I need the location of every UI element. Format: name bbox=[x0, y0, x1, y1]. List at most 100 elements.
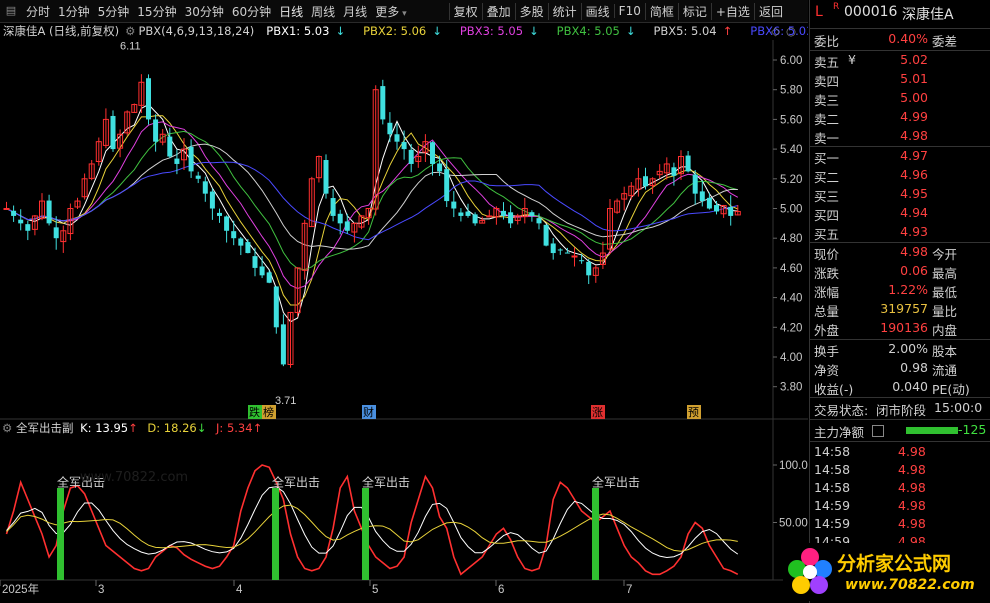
menu-icon[interactable]: ▤ bbox=[4, 4, 18, 18]
candle-body bbox=[501, 210, 506, 216]
close-icon[interactable]: ○ bbox=[786, 24, 796, 38]
weibi-row: 委比 0.40% 委差 bbox=[810, 31, 990, 50]
row-label: 换手 bbox=[814, 344, 840, 359]
low-label: 3.71 bbox=[275, 395, 296, 407]
pbx-line bbox=[6, 115, 738, 306]
candle-body bbox=[380, 86, 386, 120]
row-value: 4.94 bbox=[900, 205, 928, 220]
row-label: 买四 bbox=[814, 208, 840, 223]
row-label: 涨跌 bbox=[814, 266, 840, 281]
indicator-header: 深康佳A (日线,前复权) ⚙ PBX(4,6,9,13,18,24) PBX1… bbox=[0, 23, 808, 39]
k-arrow: ↑ bbox=[128, 421, 138, 435]
simple-frame-button[interactable]: 简框 bbox=[644, 2, 678, 20]
back-button[interactable]: 返回 bbox=[753, 2, 787, 20]
row-value: 190136 bbox=[880, 320, 928, 335]
net-flow-label: 主力净额 bbox=[814, 425, 865, 440]
event-marker: 预 bbox=[688, 406, 699, 419]
candle-body bbox=[458, 212, 464, 216]
candle-body bbox=[273, 286, 279, 328]
pbx-item-2: PBX2: 5.06 ↓ bbox=[363, 24, 448, 38]
pbx-lines bbox=[6, 103, 739, 323]
tab-60min[interactable]: 60分钟 bbox=[228, 3, 275, 20]
stat2-row: 净资 0.98 流通 bbox=[810, 360, 990, 379]
signal-bar bbox=[57, 488, 64, 580]
net-flow-icon[interactable] bbox=[872, 425, 884, 437]
signal-label: 全军出击 bbox=[272, 474, 320, 489]
stock-code: 000016 bbox=[844, 4, 898, 20]
candle-body bbox=[245, 242, 251, 254]
k-value: K: 13.95 bbox=[80, 421, 129, 435]
multi-stock-button[interactable]: 多股 bbox=[514, 2, 548, 20]
candle-body bbox=[167, 136, 173, 157]
kline-chart-area[interactable]: 6.00 5.80 5.60 5.40 5.20 5.00 4.80 4.60 4.40 4.20… bbox=[0, 40, 808, 603]
candle-body bbox=[543, 224, 549, 246]
tab-weekly[interactable]: 周线 bbox=[307, 3, 339, 20]
pbx-arrow: ↓ bbox=[529, 24, 539, 38]
tab-daily[interactable]: 日线 bbox=[275, 3, 307, 20]
draw-line-button[interactable]: 画线 bbox=[580, 2, 614, 20]
sub-chart-title[interactable]: 全军出击副 bbox=[16, 421, 74, 435]
signal-bar bbox=[272, 488, 279, 580]
x-label: 7 bbox=[626, 584, 632, 596]
row-right-label: 最高 bbox=[932, 266, 958, 281]
trade-time: 15:00:0 bbox=[934, 400, 983, 415]
gear-icon[interactable]: ⚙ bbox=[2, 421, 12, 435]
fuquan-button[interactable]: 复权 bbox=[448, 2, 482, 20]
x-label: 2025年 bbox=[2, 582, 39, 596]
pbx-arrow: ↓ bbox=[335, 24, 346, 38]
trade-status-value: 闭市阶段 bbox=[876, 403, 927, 418]
y-tick-label: 4.60 bbox=[780, 263, 802, 275]
add-favorite-button[interactable]: +自选 bbox=[710, 2, 754, 20]
row-value: 2.00% bbox=[888, 341, 928, 356]
candle-body bbox=[259, 266, 265, 276]
candle-body bbox=[671, 167, 677, 176]
trade-status-row: 交易状态: 闭市阶段 15:00:0 bbox=[810, 400, 990, 419]
f10-button[interactable]: F10 bbox=[613, 4, 645, 18]
tab-5min[interactable]: 5分钟 bbox=[94, 3, 134, 20]
statistics-button[interactable]: 统计 bbox=[547, 2, 581, 20]
candle-body bbox=[11, 210, 17, 216]
mark-button[interactable]: 标记 bbox=[677, 2, 711, 20]
row-value: 4.97 bbox=[900, 148, 928, 163]
tick-price: 4.98 bbox=[898, 498, 926, 513]
tab-more[interactable]: 更多 ▾ bbox=[371, 3, 410, 20]
site-logo: 分析家公式网 www.70822.com bbox=[783, 543, 988, 601]
row-value: 5.00 bbox=[900, 90, 928, 105]
candle-body bbox=[706, 197, 712, 209]
divider bbox=[810, 50, 990, 51]
row-value: 4.93 bbox=[900, 224, 928, 239]
event-marker: 财 bbox=[363, 405, 374, 419]
pbx-line bbox=[6, 103, 738, 323]
candle-body bbox=[3, 208, 10, 210]
pin-icon[interactable]: ◇ bbox=[771, 24, 780, 38]
signal-label: 全军出击 bbox=[362, 474, 410, 489]
formula-name[interactable]: PBX(4,6,9,13,18,24) bbox=[138, 24, 254, 38]
candle-body bbox=[486, 215, 493, 218]
settings-icon[interactable]: ⚙ bbox=[125, 24, 135, 38]
j-value: J: 5.34 bbox=[216, 421, 253, 435]
y-tick-label: 5.80 bbox=[780, 85, 802, 97]
row-right-label: 流通 bbox=[932, 363, 958, 378]
tab-fenshi[interactable]: 分时 bbox=[22, 3, 54, 20]
row-right-label: 今开 bbox=[932, 247, 958, 262]
overlay-button[interactable]: 叠加 bbox=[481, 2, 515, 20]
stock-name-row: L R 000016 深康佳A bbox=[810, 2, 990, 26]
stat-row: 现价 4.98 今开 bbox=[810, 244, 990, 263]
candle-body bbox=[146, 78, 151, 120]
y-tick-label: 4.80 bbox=[780, 233, 802, 245]
quote-panel: L R 000016 深康佳A 委比 0.40% 委差 卖五 5.02 ¥ 卖四 5.0… bbox=[809, 0, 990, 603]
date-axis: 2025年 3 4 5 6 7 bbox=[0, 580, 632, 596]
tick-row: 14:58 4.98 bbox=[810, 444, 990, 463]
row-label: 现价 bbox=[814, 247, 840, 262]
candle-body bbox=[529, 212, 535, 216]
net-flow-row: 主力净额 -125 bbox=[810, 422, 990, 441]
tab-monthly[interactable]: 月线 bbox=[339, 3, 371, 20]
tab-30min[interactable]: 30分钟 bbox=[181, 3, 228, 20]
tab-15min[interactable]: 15分钟 bbox=[133, 3, 180, 20]
row-value: 4.98 bbox=[900, 244, 928, 259]
tab-1min[interactable]: 1分钟 bbox=[54, 3, 94, 20]
period-toolbar: ▤ 分时 1分钟 5分钟 15分钟 30分钟 60分钟 日线 周线 月线 更多 … bbox=[0, 0, 808, 23]
signal-bar bbox=[362, 488, 369, 580]
sub-chart-header: ⚙ 全军出击副 K: 13.95↑ D: 18.26↓ J: 5.34↑ bbox=[2, 420, 262, 436]
pbx-arrow: ↓ bbox=[432, 24, 442, 38]
